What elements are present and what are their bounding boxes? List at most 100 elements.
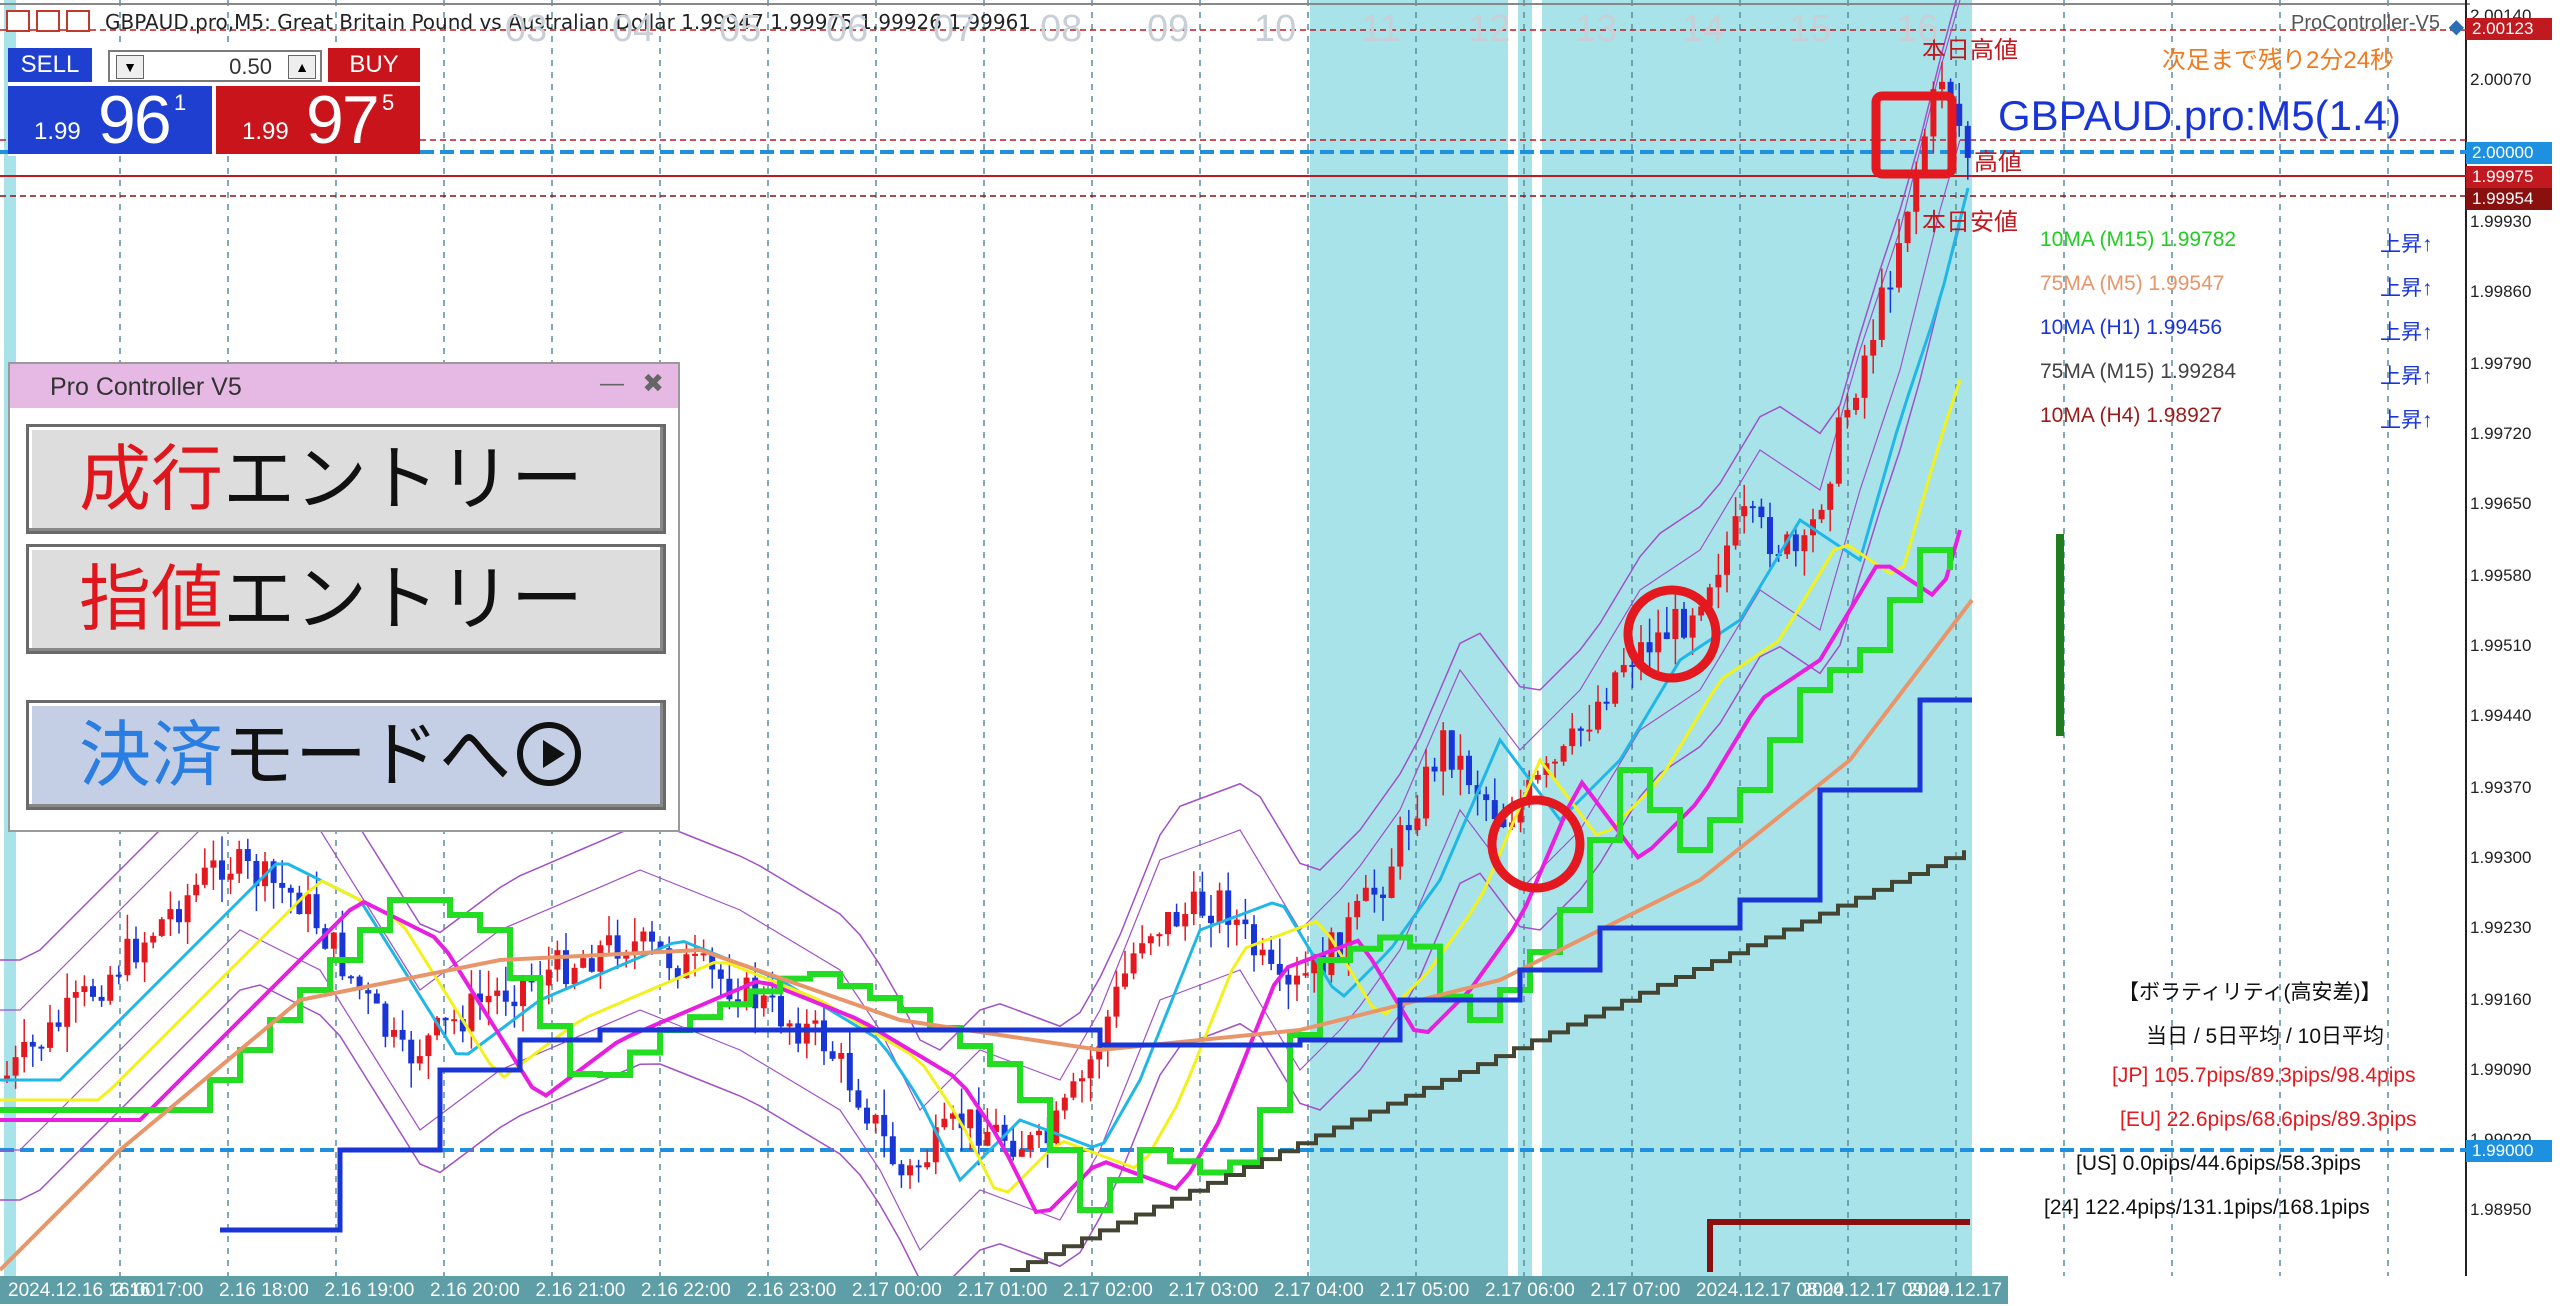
- ask-price-big: 97: [306, 82, 380, 158]
- candle: [967, 1109, 974, 1129]
- candle: [881, 1114, 888, 1137]
- ask-price[interactable]: 1.99 97 5: [216, 82, 420, 158]
- candle: [907, 1165, 913, 1176]
- candle: [1104, 1016, 1111, 1047]
- market-entry-label: エントリー: [223, 437, 584, 521]
- candle: [760, 995, 767, 1009]
- time-tick: 2.17 07:00: [1590, 1280, 1681, 1301]
- hour-label: 08: [1040, 8, 1083, 50]
- candle: [1397, 825, 1404, 867]
- ask-price-pip: 5: [382, 90, 395, 115]
- one-click-trade: SELL ▼ 0.50 ▲ BUY 1.99 96 1 1.99 97 5: [8, 48, 420, 158]
- candle: [1466, 755, 1472, 786]
- chart-toolbar-icons[interactable]: [6, 10, 90, 32]
- volatility-jp: [JP] 105.7pips/89.3pips/98.4pips: [2112, 1064, 2416, 1087]
- candle: [855, 1090, 862, 1108]
- price-tag: 1.99975: [2466, 166, 2552, 188]
- buy-button[interactable]: BUY: [328, 48, 420, 82]
- candle: [915, 1165, 922, 1168]
- close-button[interactable]: ✖: [642, 368, 664, 399]
- candle: [640, 931, 647, 942]
- lot-decrease-button[interactable]: ▼: [116, 55, 144, 79]
- pro-controller-panel: Pro Controller V5 — ✖ 成行エントリー 指値エントリー 決済…: [8, 362, 680, 832]
- candle: [1087, 1059, 1094, 1079]
- price-tag: 1.99000: [2466, 1140, 2552, 1162]
- candle: [872, 1114, 879, 1124]
- price-tick: 1.99860: [2470, 282, 2532, 301]
- price-tick: 1.99650: [2470, 494, 2532, 513]
- lot-increase-button[interactable]: ▲: [288, 55, 316, 79]
- candle: [1724, 545, 1730, 575]
- candle: [1921, 136, 1928, 171]
- menu-icon[interactable]: [6, 10, 30, 32]
- controller-label: ProController-V5: [2291, 12, 2440, 34]
- candle: [141, 942, 148, 963]
- hour-label: 04: [612, 8, 655, 50]
- limit-entry-label: エントリー: [223, 557, 584, 641]
- hour-label: 12: [1468, 8, 1511, 50]
- candle: [1715, 574, 1722, 588]
- price-tick: 1.99370: [2470, 778, 2532, 797]
- chart-title: GBPAUD.pro,M5: Great Britain Pound vs Au…: [105, 10, 1032, 34]
- limit-entry-button[interactable]: 指値エントリー: [26, 544, 666, 654]
- candle: [373, 993, 380, 1004]
- hour-label: 15: [1789, 8, 1832, 50]
- candle: [1964, 125, 1971, 158]
- price-tick: 1.99160: [2470, 990, 2532, 1009]
- lot-size-input[interactable]: ▼ 0.50 ▲: [108, 50, 322, 82]
- candle: [838, 1052, 845, 1059]
- candle: [597, 945, 604, 972]
- close-mode-button[interactable]: 決済モードへ: [26, 700, 666, 810]
- candle: [717, 969, 724, 979]
- price-tick: 1.98950: [2470, 1200, 2532, 1219]
- candle: [1354, 900, 1361, 918]
- candle: [1904, 211, 1911, 244]
- candle: [1552, 761, 1558, 764]
- sell-button[interactable]: SELL: [8, 48, 92, 82]
- candle: [150, 935, 157, 943]
- candle: [236, 849, 243, 874]
- candle: [1655, 632, 1662, 653]
- candle: [924, 1162, 931, 1168]
- hour-label: 07: [933, 8, 976, 50]
- candle: [1577, 728, 1584, 731]
- candle: [1182, 914, 1189, 927]
- candle: [1380, 894, 1386, 898]
- price-tag: 2.00123: [2466, 18, 2552, 40]
- chart-icon[interactable]: [66, 10, 90, 32]
- candle: [1122, 973, 1128, 987]
- candle: [1362, 887, 1369, 901]
- candle: [1758, 506, 1765, 518]
- candle: [1190, 891, 1197, 915]
- candle: [1672, 608, 1679, 640]
- bid-price[interactable]: 1.99 96 1: [8, 82, 212, 158]
- candle: [864, 1107, 870, 1124]
- minimize-button[interactable]: —: [600, 370, 624, 398]
- candle: [511, 1001, 518, 1007]
- candle: [1595, 701, 1601, 730]
- candle: [786, 1023, 793, 1027]
- panel-title: Pro Controller V5: [50, 373, 242, 401]
- candle: [1870, 339, 1877, 356]
- time-tick: 2.16 18:00: [219, 1280, 309, 1301]
- candle: [692, 953, 698, 956]
- hour-label: 14: [1682, 8, 1725, 50]
- candle: [1663, 632, 1670, 640]
- candle: [1689, 615, 1696, 638]
- candle: [244, 849, 251, 862]
- volatility-eu: [EU] 22.6pips/68.6pips/89.3pips: [2120, 1108, 2417, 1131]
- candle: [305, 894, 311, 915]
- candle: [1844, 409, 1851, 418]
- price-tick: 1.99580: [2470, 566, 2532, 585]
- candle: [1732, 516, 1739, 546]
- copy-icon[interactable]: [36, 10, 60, 32]
- time-tick: 2.16 22:00: [641, 1280, 731, 1301]
- market-entry-button[interactable]: 成行エントリー: [26, 424, 666, 534]
- prev-high-label: 高値: [1974, 149, 2022, 176]
- panel-title-bar[interactable]: Pro Controller V5 — ✖: [10, 364, 678, 408]
- candle: [898, 1164, 905, 1176]
- candle: [1302, 973, 1309, 976]
- candle: [846, 1052, 853, 1091]
- candle: [485, 995, 492, 1003]
- candle: [348, 976, 354, 979]
